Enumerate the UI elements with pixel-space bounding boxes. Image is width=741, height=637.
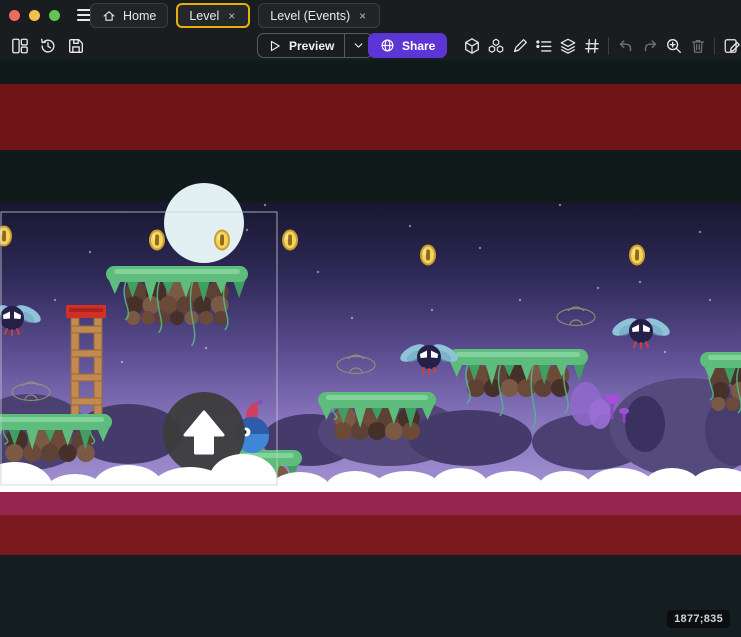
tab-level-events[interactable]: Level (Events) × bbox=[258, 3, 380, 28]
layers-icon[interactable] bbox=[558, 36, 577, 55]
tab-home[interactable]: Home bbox=[90, 3, 168, 28]
divider bbox=[608, 37, 609, 55]
window-controls bbox=[0, 10, 60, 21]
divider bbox=[714, 37, 715, 55]
tab-label: Level bbox=[189, 9, 219, 23]
history-icon[interactable] bbox=[38, 36, 57, 55]
object-groups-icon[interactable] bbox=[486, 36, 505, 55]
edit-icon[interactable] bbox=[510, 36, 529, 55]
maximize-window-button[interactable] bbox=[49, 10, 60, 21]
instances-list-icon[interactable] bbox=[534, 36, 553, 55]
cursor-coordinates-badge: 1877;835 bbox=[667, 610, 730, 628]
share-label: Share bbox=[402, 39, 435, 53]
editor-window: Home Level × Level (Events) × bbox=[0, 0, 741, 637]
save-icon[interactable] bbox=[66, 36, 85, 55]
close-tab-icon[interactable]: × bbox=[226, 9, 237, 23]
tab-bar: Home Level × Level (Events) × bbox=[90, 3, 380, 28]
tab-label: Home bbox=[123, 9, 156, 23]
chevron-down-icon bbox=[353, 40, 364, 51]
objects-3d-icon[interactable] bbox=[462, 36, 481, 55]
panels-icon[interactable] bbox=[10, 36, 29, 55]
tab-level[interactable]: Level × bbox=[176, 3, 250, 28]
undo-icon[interactable] bbox=[616, 36, 635, 55]
zoom-in-icon[interactable] bbox=[664, 36, 683, 55]
toolbar-right-group bbox=[462, 36, 741, 55]
scene-properties-icon[interactable] bbox=[722, 36, 741, 55]
toolbar: Preview Share bbox=[0, 30, 741, 60]
play-icon bbox=[268, 39, 282, 53]
delete-icon[interactable] bbox=[688, 36, 707, 55]
redo-icon[interactable] bbox=[640, 36, 659, 55]
scene-editor-canvas[interactable]: 1877;835 bbox=[0, 60, 741, 637]
title-bar: Home Level × Level (Events) × bbox=[0, 0, 741, 30]
close-tab-icon[interactable]: × bbox=[357, 9, 368, 23]
home-icon bbox=[102, 9, 116, 23]
minimize-window-button[interactable] bbox=[29, 10, 40, 21]
share-button[interactable]: Share bbox=[368, 33, 447, 58]
preview-button[interactable]: Preview bbox=[257, 33, 373, 58]
tab-label: Level (Events) bbox=[270, 9, 350, 23]
game-scene[interactable] bbox=[0, 60, 741, 637]
globe-icon bbox=[380, 38, 395, 53]
toolbar-left-group bbox=[10, 36, 85, 55]
close-window-button[interactable] bbox=[9, 10, 20, 21]
grid-icon[interactable] bbox=[582, 36, 601, 55]
preview-label: Preview bbox=[289, 39, 334, 53]
